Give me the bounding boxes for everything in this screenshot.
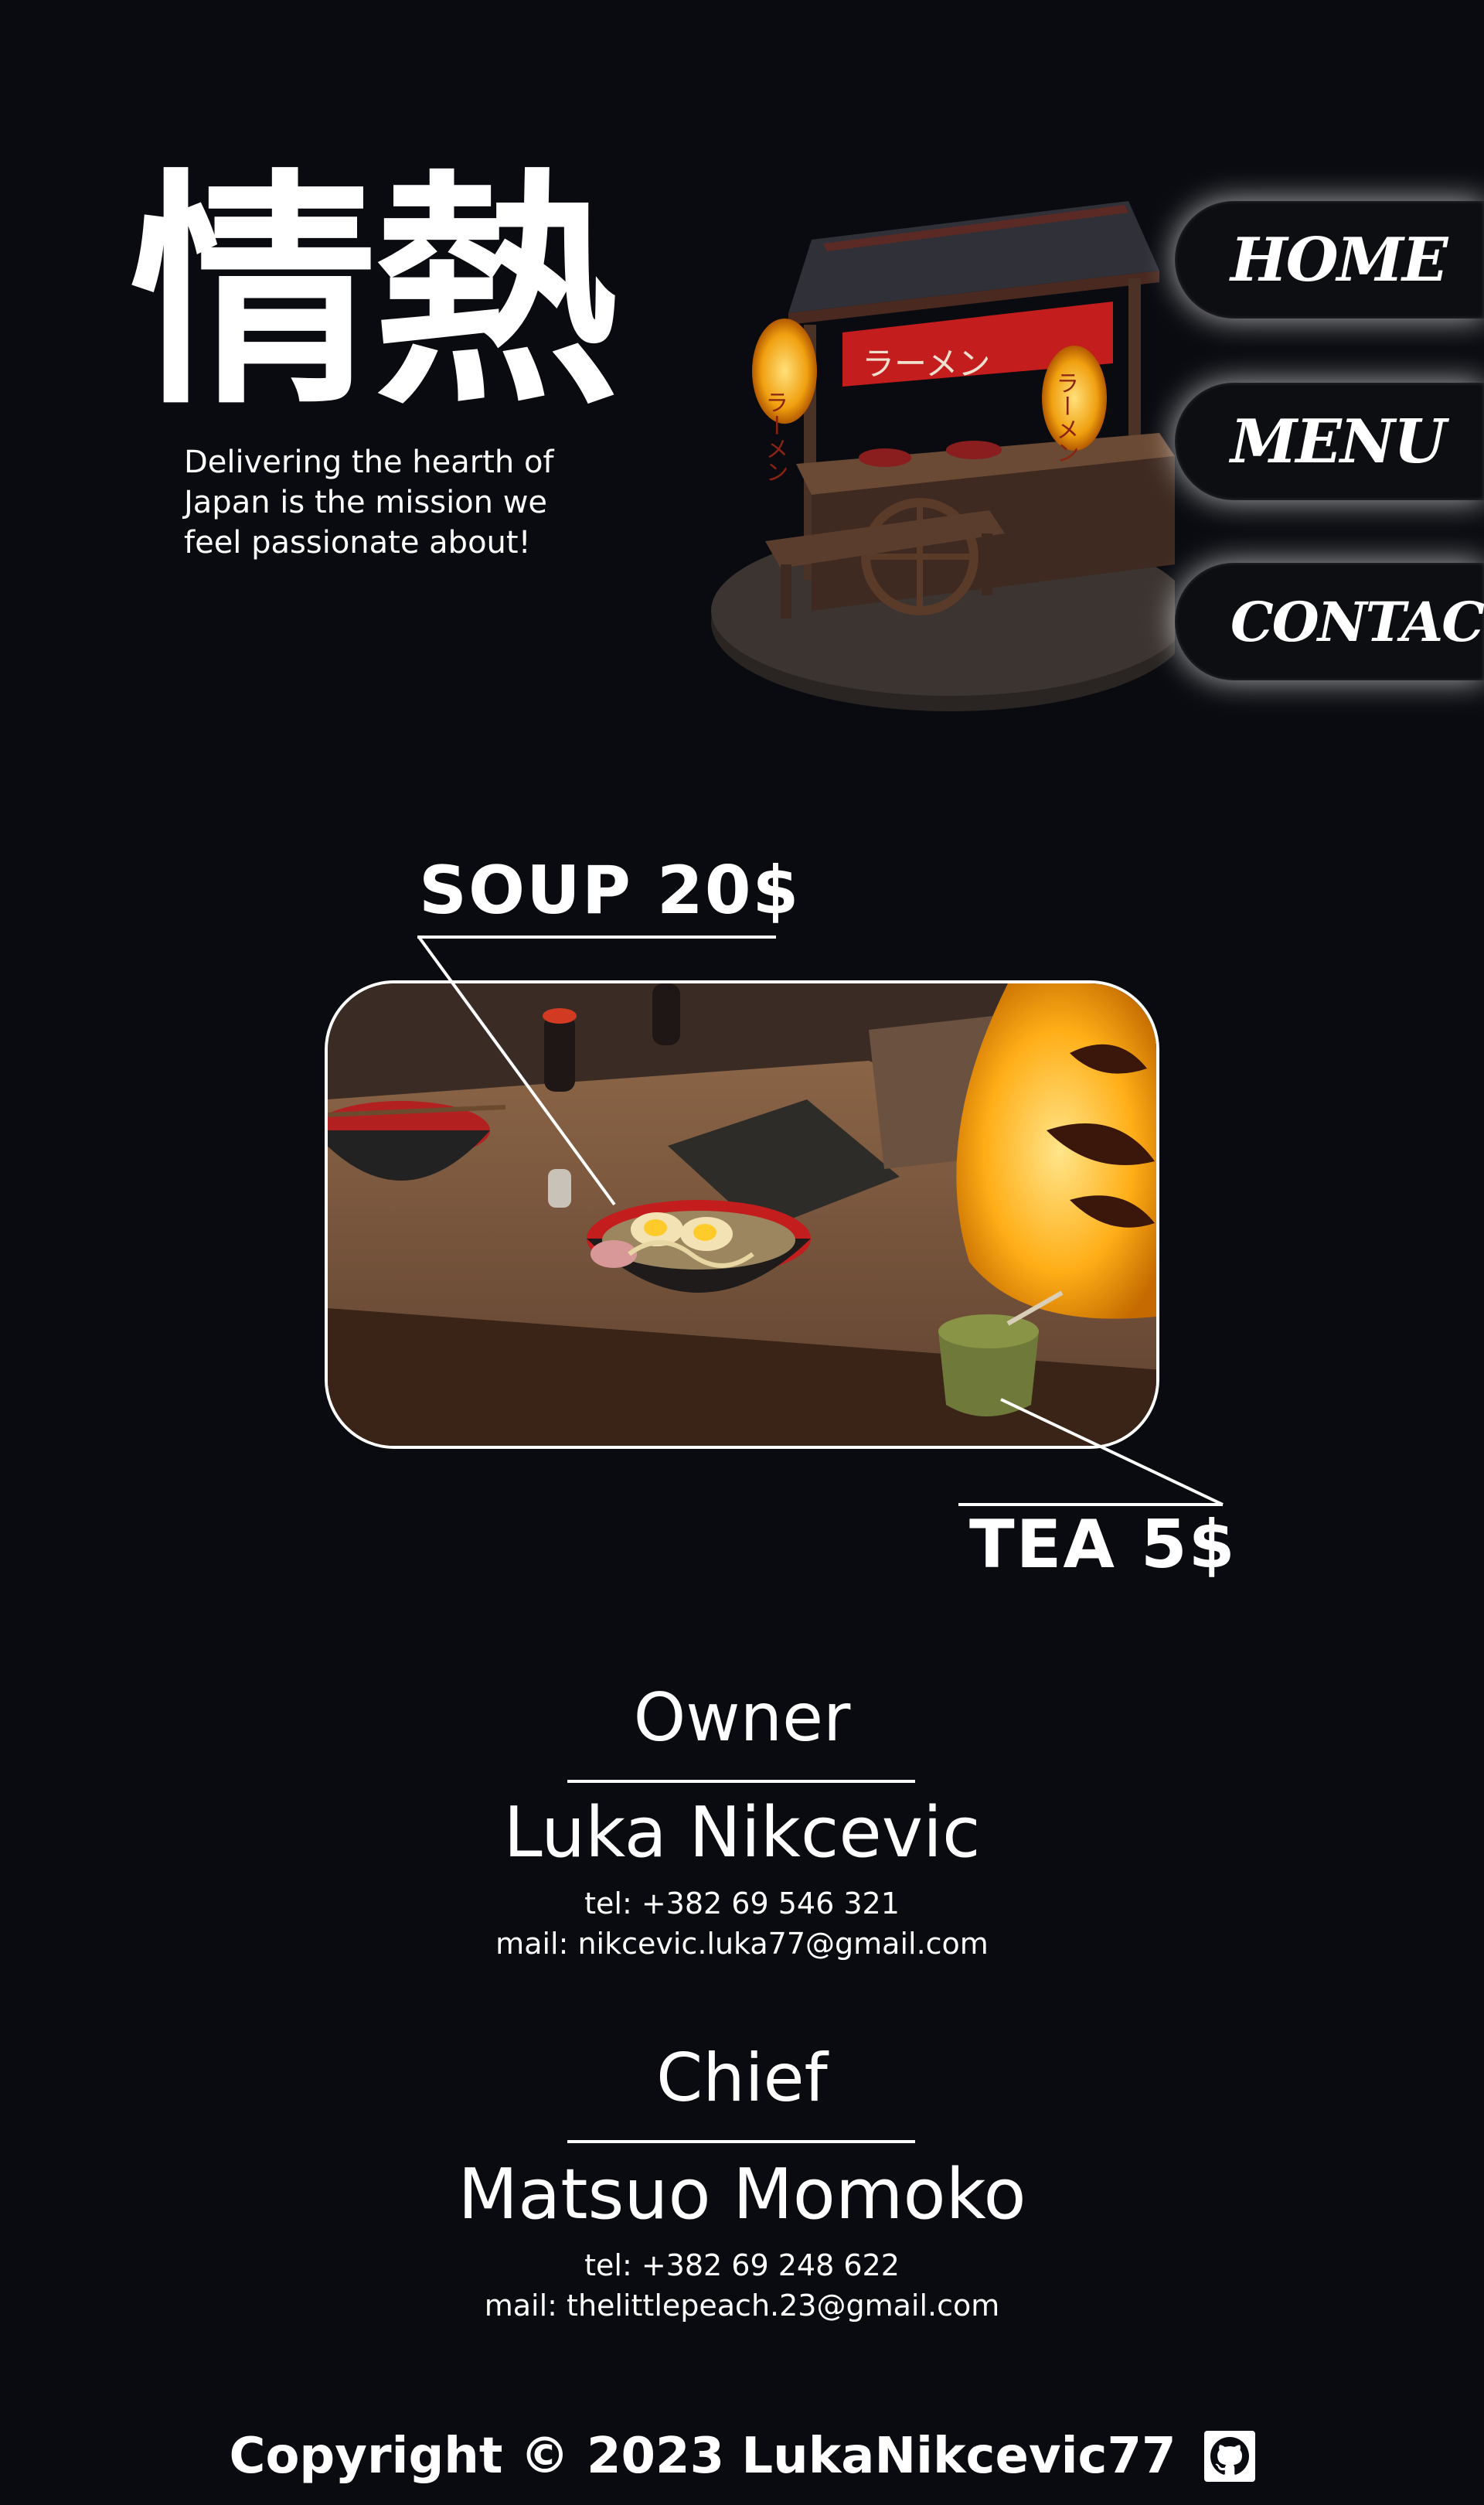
owner-phone: tel: +382 69 546 321 (584, 1886, 900, 1920)
tagline: Delivering the hearth of Japan is the mi… (184, 442, 586, 563)
owner-divider (567, 1780, 915, 1783)
ramen-counter-scene (328, 983, 1156, 1446)
menu-photo (325, 980, 1159, 1449)
nav-menu-button[interactable]: MENU (1175, 383, 1484, 500)
soup-price-label: SOUP 20$ (419, 852, 801, 929)
chief-divider (567, 2140, 915, 2143)
ramen-stall-illustration: ラーメン ラーメン ラーメン (711, 201, 1175, 711)
chief-name: Matsuo Momoko (458, 2154, 1026, 2235)
chief-phone: tel: +382 69 248 622 (584, 2248, 900, 2282)
owner-role-title: Owner (633, 1679, 851, 1757)
footer: Copyright © 2023 LukaNikcevic77 (0, 2428, 1484, 2485)
tagline-line-3: feel passionate about! (184, 525, 531, 561)
github-icon-glyph (1210, 2437, 1249, 2475)
github-icon[interactable] (1203, 2431, 1255, 2482)
tea-price-label: TEA 5$ (969, 1506, 1237, 1583)
brand-kanji: 情熱 (130, 150, 620, 438)
nav-contact-button[interactable]: CONTACT (1175, 563, 1484, 680)
chief-email[interactable]: mail: thelittlepeach.23@gmail.com (0, 2285, 1484, 2326)
banner-text: ラーメン (862, 345, 990, 383)
lantern-left-text: ラーメン (761, 390, 788, 483)
nav-home-button[interactable]: HOME (1175, 201, 1484, 319)
tagline-line-1: Delivering the hearth of (184, 445, 554, 480)
copyright-text: Copyright © 2023 LukaNikcevic77 (229, 2428, 1176, 2485)
lantern-right-text: ラーメン (1052, 371, 1079, 464)
owner-email[interactable]: mail: nikcevic.luka77@gmail.com (0, 1924, 1484, 1964)
owner-name: Luka Nikcevic (503, 1792, 981, 1873)
tagline-line-2: Japan is the mission we (184, 485, 548, 520)
chief-role-title: Chief (656, 2040, 828, 2117)
